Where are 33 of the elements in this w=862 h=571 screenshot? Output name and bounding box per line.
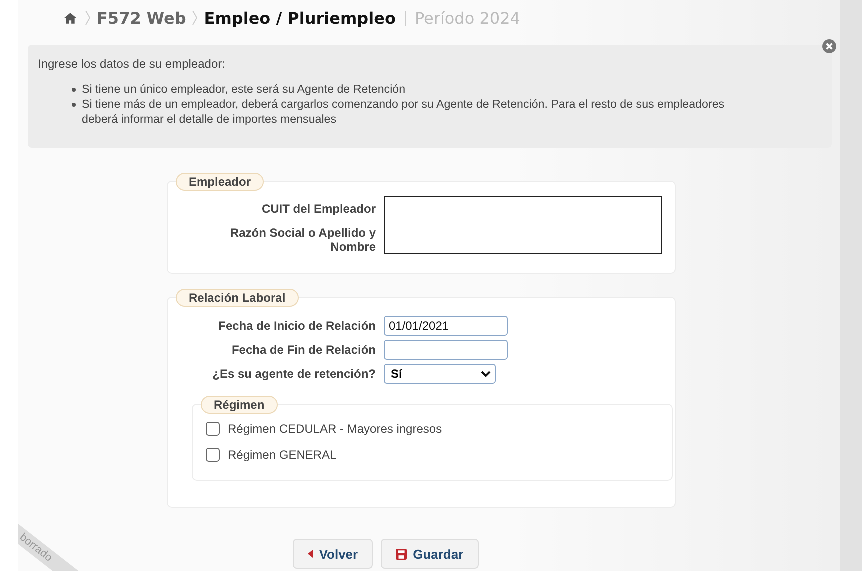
date-input-field[interactable]: 01/01/2021 xyxy=(384,316,508,336)
back-button[interactable]: Volver xyxy=(293,539,374,569)
info-text: Ingrese los datos de su empleador: xyxy=(38,57,226,71)
checkbox-label[interactable]: Régimen CEDULAR - Mayores ingresos xyxy=(228,422,442,436)
select-field[interactable]: Sí xyxy=(384,364,496,384)
close-icon[interactable] xyxy=(822,39,837,54)
save-button[interactable]: Guardar xyxy=(381,539,479,569)
breadcrumb-item[interactable]: F572 Web xyxy=(97,8,186,28)
employer-input-field[interactable] xyxy=(384,196,662,254)
bullet-icon xyxy=(72,103,76,107)
field-label: Fecha de Fin de Relación xyxy=(230,343,376,357)
home-icon[interactable] xyxy=(64,12,77,24)
chevron-down-icon xyxy=(481,370,491,378)
info-bullet: Si tiene un único empleador, este será su Agente de Retención xyxy=(82,82,407,97)
section-legend: Relación Laboral xyxy=(176,289,299,307)
period-label: Período 2024 xyxy=(414,8,520,28)
triangle-left-icon xyxy=(308,550,314,558)
field-label: ¿Es su agente de retención? xyxy=(212,367,376,381)
info-bullet: Si tiene más de un empleador, deberá cargarlos comenzando por su Agente de Retención. Para el resto de sus empleadores deberá informar el detalle de importes mensuales xyxy=(82,97,726,127)
chevron-icon xyxy=(85,10,91,26)
field-label: CUIT del Empleador xyxy=(262,202,376,216)
field-label: Razón Social o Apellido y Nombre xyxy=(229,226,376,254)
chevron-icon xyxy=(192,10,198,26)
save-icon xyxy=(396,548,408,560)
section-legend: Régimen xyxy=(201,396,278,414)
section-legend: Empleador xyxy=(176,173,264,191)
checkbox[interactable] xyxy=(206,422,220,436)
checkbox[interactable] xyxy=(206,448,220,462)
date-input-field[interactable] xyxy=(384,340,508,360)
checkbox-label[interactable]: Régimen GENERAL xyxy=(228,448,337,462)
breadcrumb-item: Empleo / Pluriempleo xyxy=(204,8,396,28)
bullet-icon xyxy=(72,88,76,92)
field-label: Fecha de Inicio de Relación xyxy=(218,319,376,333)
